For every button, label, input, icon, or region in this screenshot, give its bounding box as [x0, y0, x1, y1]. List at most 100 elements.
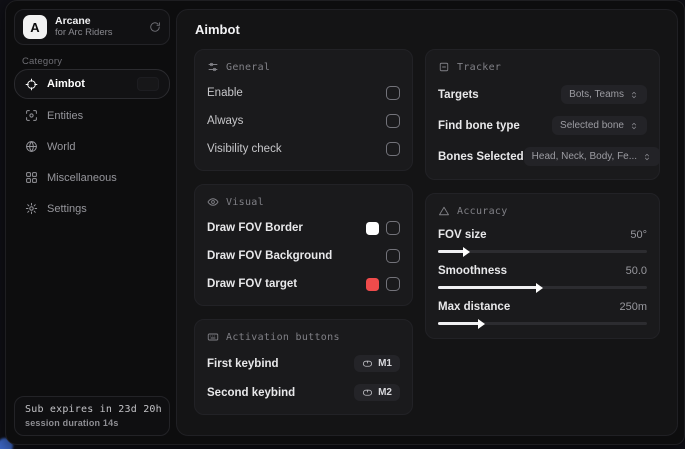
mouse-icon: [362, 387, 373, 398]
panel-title: Accuracy: [457, 206, 508, 217]
sidebar-item-world[interactable]: World: [14, 132, 170, 161]
sidebar-item-entities[interactable]: Entities: [14, 101, 170, 130]
row-draw-fov-border: Draw FOV Border: [207, 220, 400, 236]
row-label: Targets: [438, 89, 479, 101]
row-second-keybind: Second keybind M2: [207, 384, 400, 401]
row-enable: Enable: [207, 85, 400, 101]
sidebar-item-aimbot[interactable]: Aimbot: [14, 69, 170, 99]
select-bones-selected[interactable]: Head, Neck, Body, Fe...: [524, 147, 660, 166]
sidebar-item-miscellaneous[interactable]: Miscellaneous: [14, 163, 170, 192]
row-targets: Targets Bots, Teams: [438, 85, 647, 104]
color-swatch-draw-fov-border[interactable]: [366, 222, 379, 235]
app-name: Arcane: [55, 16, 113, 28]
checkbox-enable[interactable]: [386, 86, 400, 100]
slider-track-smoothness[interactable]: [438, 286, 647, 289]
slider-label: FOV size: [438, 229, 487, 241]
row-label: Find bone type: [438, 120, 520, 132]
select-value: Bots, Teams: [569, 89, 624, 100]
slider-fill: [438, 250, 465, 253]
slider-fill: [438, 286, 538, 289]
select-value: Head, Neck, Body, Fe...: [532, 151, 637, 162]
row-first-keybind: First keybind M1: [207, 355, 400, 372]
row-label: Draw FOV Border: [207, 222, 303, 234]
checkbox-draw-fov-background[interactable]: [386, 249, 400, 263]
row-label: Enable: [207, 87, 243, 99]
app-subtitle: for Arc Riders: [55, 28, 113, 38]
sidebar-item-label: Entities: [47, 110, 83, 122]
sidebar-item-settings[interactable]: Settings: [14, 194, 170, 223]
globe-icon: [25, 140, 38, 153]
entities-icon: [25, 109, 38, 122]
keybind-value: M1: [378, 358, 392, 369]
row-label: Draw FOV Background: [207, 250, 332, 262]
app-logo: A: [23, 15, 47, 39]
panel-title: Tracker: [457, 62, 501, 73]
panel-title: Activation buttons: [226, 332, 340, 343]
subscription-card: Sub expires in 23d 20h session duration …: [14, 396, 170, 436]
sub-expiry-text: Sub expires in 23d 20h: [25, 404, 159, 415]
app-window: A Arcane for Arc Riders Category AimbotE…: [5, 0, 685, 445]
slider-thumb[interactable]: [536, 283, 543, 293]
row-label: Second keybind: [207, 387, 295, 399]
sliders-icon: [207, 61, 219, 73]
checkbox-visibility-check[interactable]: [386, 142, 400, 156]
slider-label: Max distance: [438, 301, 510, 313]
triangle-icon: [438, 205, 450, 217]
row-draw-fov-background: Draw FOV Background: [207, 248, 400, 264]
panel-title: General: [226, 62, 270, 73]
keybind-button-second-keybind[interactable]: M2: [354, 384, 400, 401]
main-panel: Aimbot GeneralEnableAlwaysVisibility che…: [176, 9, 678, 436]
row-controls: [366, 221, 400, 235]
row-bones-selected: Bones Selected Head, Neck, Body, Fe...: [438, 147, 647, 166]
sidebar: A Arcane for Arc Riders Category AimbotE…: [6, 1, 176, 444]
slider-row-max-distance: Max distance 250m: [438, 301, 647, 325]
row-label: First keybind: [207, 358, 279, 370]
select-value: Selected bone: [560, 120, 624, 131]
panel-header: Visual: [207, 196, 400, 208]
mouse-icon: [362, 358, 373, 369]
slider-header: FOV size50°: [438, 229, 647, 241]
page-title: Aimbot: [195, 22, 660, 37]
row-controls: [386, 249, 400, 263]
slider-thumb[interactable]: [463, 247, 470, 257]
brand-card: A Arcane for Arc Riders: [14, 9, 170, 45]
keybind-value: M2: [378, 387, 392, 398]
nav-hint-badge: [137, 77, 159, 91]
grid-icon: [25, 171, 38, 184]
chevrons-updown-icon: [629, 90, 639, 100]
slider-thumb[interactable]: [478, 319, 485, 329]
chevrons-updown-icon: [642, 152, 652, 162]
crosshair-icon: [25, 78, 38, 91]
slider-row-smoothness: Smoothness50.0: [438, 265, 647, 289]
slider-track-fov-size[interactable]: [438, 250, 647, 253]
panel-header: General: [207, 61, 400, 73]
select-targets[interactable]: Bots, Teams: [561, 85, 647, 104]
panel-header: Accuracy: [438, 205, 647, 217]
panel-activation-buttons: Activation buttons First keybind M1 Second …: [194, 319, 413, 415]
panel-columns: GeneralEnableAlwaysVisibility checkVisua…: [194, 49, 660, 415]
keybind-button-first-keybind[interactable]: M1: [354, 355, 400, 372]
checkbox-draw-fov-border[interactable]: [386, 221, 400, 235]
row-controls: [386, 86, 400, 100]
checkbox-always[interactable]: [386, 114, 400, 128]
panel-visual: Visual Draw FOV Border Draw FOV Background…: [194, 184, 413, 306]
row-label: Visibility check: [207, 143, 282, 155]
slider-value: 250m: [619, 301, 647, 313]
brand-text: Arcane for Arc Riders: [55, 16, 113, 39]
slider-header: Max distance 250m: [438, 301, 647, 313]
color-swatch-draw-fov-target[interactable]: [366, 278, 379, 291]
row-label: Bones Selected: [438, 151, 524, 163]
panel-general: GeneralEnableAlwaysVisibility check: [194, 49, 413, 171]
left-column: GeneralEnableAlwaysVisibility checkVisua…: [194, 49, 413, 415]
row-find-bone-type: Find bone type Selected bone: [438, 116, 647, 135]
row-controls: [366, 277, 400, 291]
refresh-icon[interactable]: [149, 21, 161, 33]
gear-icon: [25, 202, 38, 215]
slider-track-max-distance[interactable]: [438, 322, 647, 325]
row-draw-fov-target: Draw FOV target: [207, 276, 400, 292]
select-find-bone-type[interactable]: Selected bone: [552, 116, 647, 135]
row-controls: [386, 114, 400, 128]
panel-accuracy: Accuracy FOV size50° Smoothness50.0 Max dis…: [425, 193, 660, 339]
slider-label: Smoothness: [438, 265, 507, 277]
checkbox-draw-fov-target[interactable]: [386, 277, 400, 291]
